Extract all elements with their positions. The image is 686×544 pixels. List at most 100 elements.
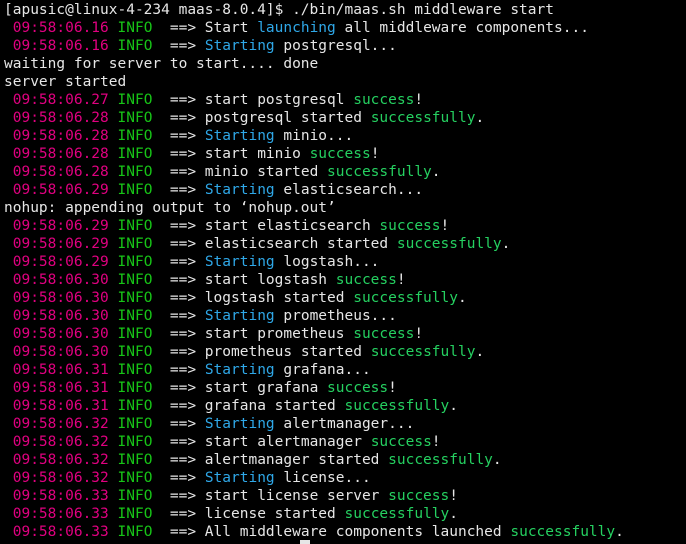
log-message-text: ==> start prometheus	[169, 326, 354, 342]
log-message-text: ==> elasticsearch started	[169, 236, 397, 252]
log-timestamp: 09:58:06.16	[12, 38, 109, 54]
log-line: 09:58:06.27 INFO ==> start postgresql su…	[4, 91, 686, 109]
log-timestamp: 09:58:06.31	[12, 362, 109, 378]
log-message-text: ==> Start	[169, 20, 258, 36]
starting-keyword: Starting	[204, 308, 275, 324]
log-level: INFO	[117, 452, 153, 468]
starting-keyword: Starting	[204, 362, 275, 378]
log-level: INFO	[117, 416, 153, 432]
log-message-text: elasticsearch...	[274, 182, 424, 198]
log-line: 09:58:06.33 INFO ==> license started suc…	[4, 505, 686, 523]
log-message-text: ==> All middleware components launched	[169, 524, 511, 540]
log-level: INFO	[117, 254, 153, 270]
log-line: 09:58:06.33 INFO ==> All middleware comp…	[4, 523, 686, 541]
log-message-text: !	[431, 434, 441, 450]
log-line: 09:58:06.28 INFO ==> minio started succe…	[4, 163, 686, 181]
log-level: INFO	[117, 380, 153, 396]
log-level: INFO	[117, 236, 153, 252]
output-line: [apusic@linux-4-234 maas-8.0.4]$ ./bin/m…	[4, 1, 686, 19]
log-timestamp: 09:58:06.30	[12, 326, 109, 342]
log-level: INFO	[117, 488, 153, 504]
log-message-text: ==> start elasticsearch	[169, 218, 380, 234]
log-level: INFO	[117, 308, 153, 324]
success-keyword: success	[388, 488, 450, 504]
log-message-text: ==>	[169, 254, 205, 270]
log-timestamp: 09:58:06.29	[12, 218, 109, 234]
log-line: 09:58:06.30 INFO ==> Starting prometheus…	[4, 307, 686, 325]
log-timestamp: 09:58:06.28	[12, 110, 109, 126]
shell-prompt-command: [apusic@linux-4-234 maas-8.0.4]$ ./bin/m…	[4, 2, 554, 18]
log-timestamp: 09:58:06.33	[12, 506, 109, 522]
output-line: waiting for server to start.... done	[4, 55, 686, 73]
success-keyword: success	[370, 434, 432, 450]
log-message-text: ==> minio started	[169, 164, 328, 180]
terminal-output[interactable]: [apusic@linux-4-234 maas-8.0.4]$ ./bin/m…	[0, 0, 686, 544]
success-keyword: success	[353, 326, 415, 342]
plain-output-text: nohup: appending output to ‘nohup.out’	[4, 200, 336, 216]
log-message-text: .	[475, 344, 485, 360]
log-line: 09:58:06.30 INFO ==> logstash started su…	[4, 289, 686, 307]
log-timestamp: 09:58:06.29	[12, 254, 109, 270]
log-line: 09:58:06.32 INFO ==> start alertmanager …	[4, 433, 686, 451]
log-level: INFO	[117, 110, 153, 126]
log-message-text: .	[615, 524, 624, 540]
starting-keyword: Starting	[204, 128, 275, 144]
log-message-text: .	[457, 290, 467, 306]
log-message-text: !	[414, 92, 424, 108]
log-message-text: ==> postgresql started	[169, 110, 371, 126]
log-message-text: ==>	[169, 470, 205, 486]
log-level: INFO	[117, 272, 153, 288]
log-message-text: postgresql...	[274, 38, 397, 54]
log-message-text: all middleware components...	[335, 20, 589, 36]
log-message-text: ==>	[169, 308, 205, 324]
starting-keyword: Starting	[204, 470, 275, 486]
log-timestamp: 09:58:06.32	[12, 470, 109, 486]
log-timestamp: 09:58:06.32	[12, 434, 109, 450]
log-line: 09:58:06.32 INFO ==> alertmanager starte…	[4, 451, 686, 469]
success-keyword: successfully	[388, 452, 493, 468]
success-keyword: successfully	[327, 164, 432, 180]
log-line: 09:58:06.30 INFO ==> start prometheus su…	[4, 325, 686, 343]
log-level: INFO	[117, 92, 153, 108]
success-keyword: successfully	[396, 236, 502, 252]
log-timestamp: 09:58:06.28	[12, 128, 109, 144]
log-message-text: ==> start license server	[169, 488, 389, 504]
log-message-text: !	[414, 326, 424, 342]
success-keyword: success	[379, 218, 441, 234]
log-message-text: .	[431, 164, 441, 180]
log-level: INFO	[117, 38, 153, 54]
log-message-text: grafana...	[274, 362, 371, 378]
log-message-text: .	[449, 506, 458, 522]
log-line: 09:58:06.32 INFO ==> Starting alertmanag…	[4, 415, 686, 433]
log-level: INFO	[117, 326, 153, 342]
log-level: INFO	[117, 524, 153, 540]
log-message-text: ==> start postgresql	[169, 92, 354, 108]
log-message-text: ==> logstash started	[169, 290, 354, 306]
log-line: 09:58:06.28 INFO ==> postgresql started …	[4, 109, 686, 127]
log-line: 09:58:06.30 INFO ==> start logstash succ…	[4, 271, 686, 289]
log-message-text: .	[475, 110, 485, 126]
plain-output-text: server started	[4, 74, 127, 90]
log-message-text: .	[449, 398, 458, 414]
success-keyword: successfully	[344, 398, 450, 414]
log-line: 09:58:06.29 INFO ==> Starting elasticsea…	[4, 181, 686, 199]
log-message-text: alertmanager...	[274, 416, 415, 432]
log-message-text: !	[396, 272, 406, 288]
log-timestamp: 09:58:06.16	[12, 20, 109, 36]
log-timestamp: 09:58:06.29	[12, 182, 109, 198]
log-line: 09:58:06.30 INFO ==> prometheus started …	[4, 343, 686, 361]
log-level: INFO	[117, 290, 153, 306]
log-level: INFO	[117, 164, 153, 180]
log-timestamp: 09:58:06.27	[12, 92, 109, 108]
log-line: 09:58:06.31 INFO ==> grafana started suc…	[4, 397, 686, 415]
log-timestamp: 09:58:06.31	[12, 398, 109, 414]
starting-keyword: Starting	[204, 254, 275, 270]
log-level: INFO	[117, 470, 153, 486]
success-keyword: successfully	[344, 506, 450, 522]
log-timestamp: 09:58:06.33	[12, 488, 109, 504]
log-level: INFO	[117, 218, 153, 234]
log-timestamp: 09:58:06.30	[12, 308, 109, 324]
log-message-text: ==> alertmanager started	[169, 452, 389, 468]
log-timestamp: 09:58:06.31	[12, 380, 109, 396]
success-keyword: successfully	[370, 110, 476, 126]
